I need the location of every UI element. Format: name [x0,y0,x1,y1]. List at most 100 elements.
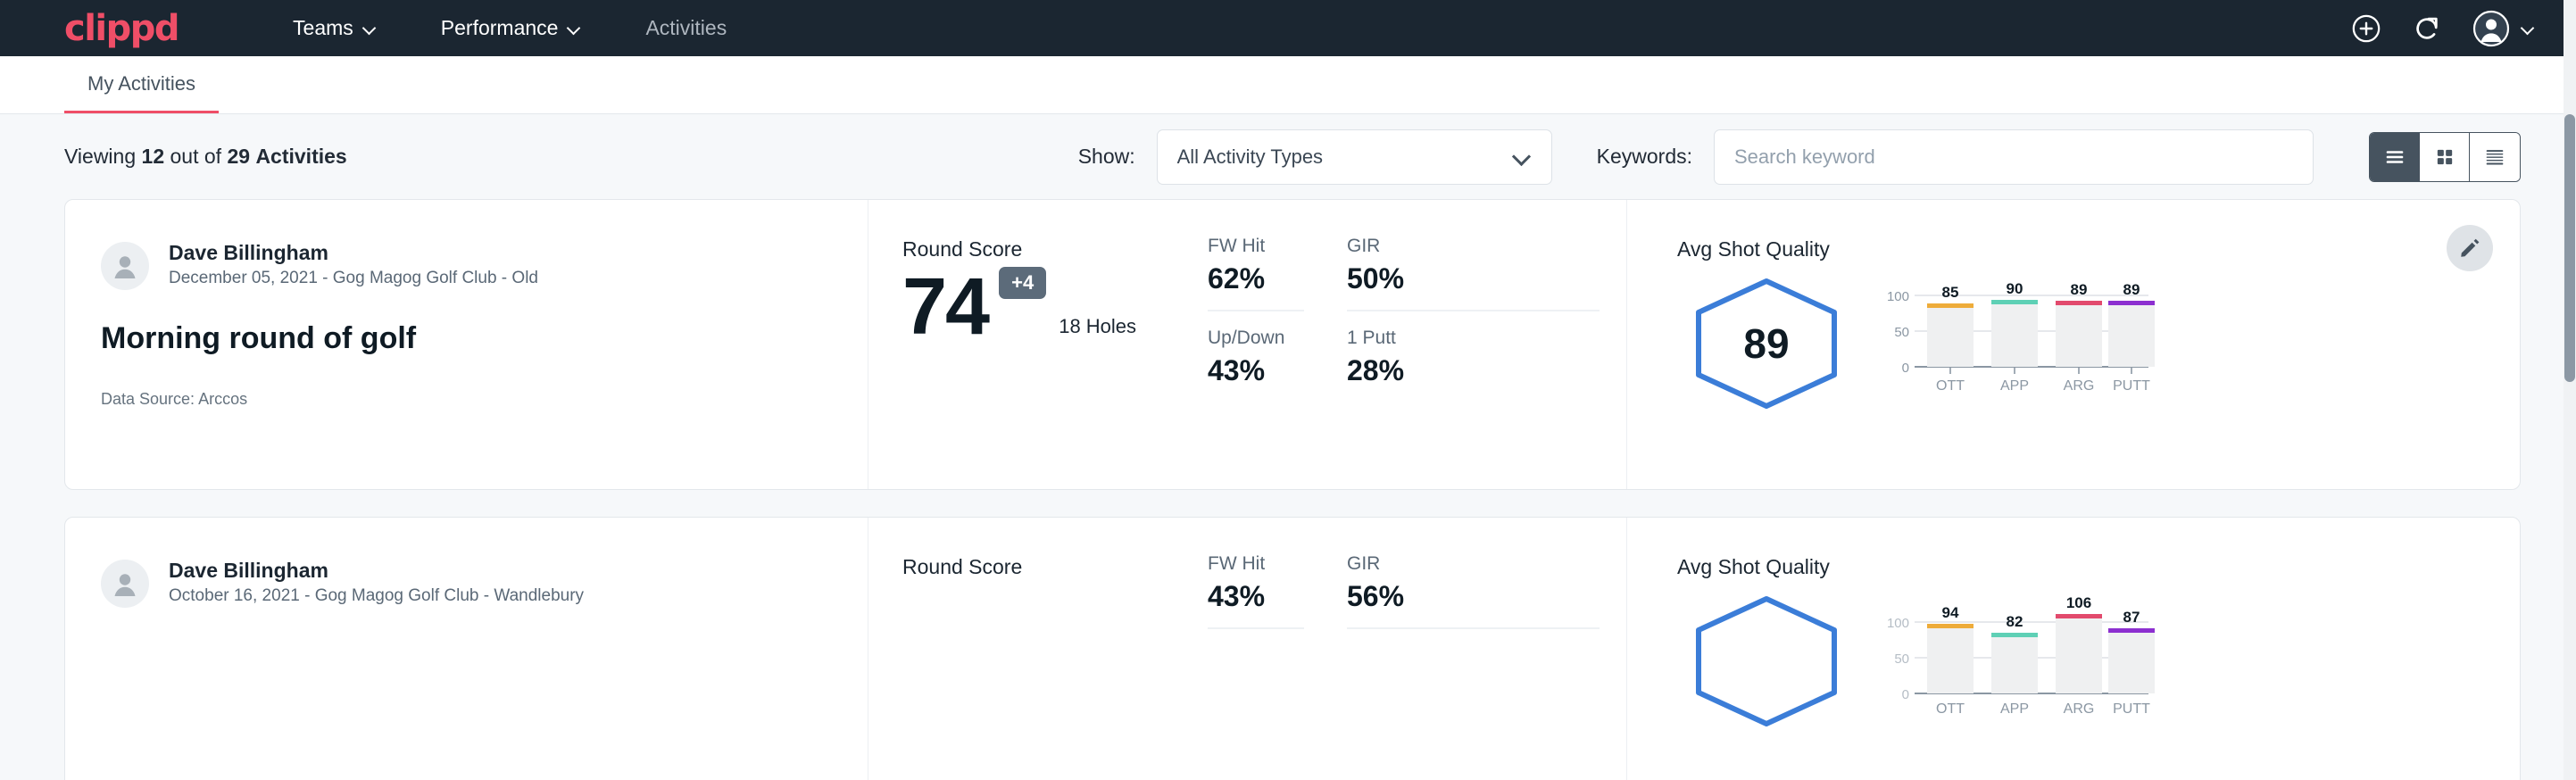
view-toggle-compact[interactable] [2470,133,2520,181]
nav-item-performance[interactable]: Performance [409,16,614,40]
avg-shot-quality-label: Avg Shot Quality [1677,237,2520,261]
activity-type-select[interactable]: All Activity Types [1157,129,1552,185]
nav-item-activities-label: Activities [645,16,727,40]
holes-played: 18 Holes [1059,315,1136,338]
stats-grid: FW Hit 62% GIR 50% Up/Down 43% 1 Putt 28… [1208,200,1627,489]
stat-gir-label: GIR [1347,553,1600,575]
tab-my-activities[interactable]: My Activities [64,56,219,113]
refresh-button[interactable] [2412,13,2442,44]
svg-text:OTT: OTT [1936,378,1965,394]
svg-text:87: 87 [2123,609,2140,626]
svg-text:ARG: ARG [2064,378,2095,394]
stat-up-down-value: 43% [1208,354,1304,387]
round-score-value-row: 74 +4 18 Holes [902,267,1208,347]
brand-logo[interactable]: clippd [64,11,179,46]
list-view-icon [2382,145,2407,170]
stat-gir: GIR 56% [1347,553,1600,629]
svg-text:PUTT: PUTT [2113,701,2150,717]
chevron-down-icon [2522,22,2535,35]
activity-meta: October 16, 2021 - Gog Magog Golf Club -… [169,584,584,610]
activity-info-column: Dave Billingham December 05, 2021 - Gog … [65,200,868,489]
chevron-down-icon [569,22,581,35]
round-score-column: Round Score [868,518,1208,780]
svg-text:100: 100 [1887,289,1909,304]
activity-card[interactable]: Dave Billingham December 05, 2021 - Gog … [64,199,2521,490]
pencil-icon [2458,236,2481,260]
account-avatar-icon [2472,10,2510,47]
quality-hexagon: 89 [1677,276,1856,411]
viewing-suffix: Activities [255,145,346,168]
avg-shot-quality-label: Avg Shot Quality [1677,555,2520,579]
stat-gir-label: GIR [1347,236,1600,257]
avg-shot-quality-column: Avg Shot Quality 89 100 [1627,200,2520,489]
stat-fw-hit-value: 62% [1208,262,1304,295]
svg-text:50: 50 [1894,325,1909,340]
svg-text:0: 0 [1902,361,1909,376]
show-label: Show: [1078,145,1135,169]
viewing-middle: out of [170,145,222,168]
stat-gir: GIR 50% [1347,236,1600,311]
filter-controls: Show: All Activity Types Keywords: [1078,129,2521,185]
chevron-down-icon [364,22,377,35]
score-to-par-badge: +4 [999,267,1046,299]
stat-1-putt-value: 28% [1347,354,1600,387]
svg-text:106: 106 [2066,594,2091,611]
tab-my-activities-label: My Activities [87,72,195,95]
svg-text:APP: APP [2000,701,2029,717]
plus-circle-icon [2351,13,2381,44]
stat-up-down: Up/Down 43% [1208,328,1304,402]
avg-shot-quality-column: Avg Shot Quality 100 50 0 [1627,518,2520,780]
activity-author: Dave Billingham October 16, 2021 - Gog M… [101,558,832,609]
main-nav-links: Teams Performance Activities [261,16,759,40]
stat-gir-value: 56% [1347,580,1600,613]
svg-text:PUTT: PUTT [2113,378,2150,394]
quality-hexagon [1677,593,1856,729]
stat-1-putt-label: 1 Putt [1347,328,1600,349]
scrollbar-thumb[interactable] [2564,114,2575,382]
activity-card[interactable]: Dave Billingham October 16, 2021 - Gog M… [64,517,2521,780]
edit-activity-button[interactable] [2447,225,2493,271]
avg-shot-quality-body: 100 50 0 94 82 106 8 [1677,586,2520,729]
nav-item-activities[interactable]: Activities [613,16,759,40]
avg-shot-quality-body: 89 100 50 0 85 [1677,269,2520,411]
stat-fw-hit-value: 43% [1208,580,1304,613]
activity-author-name: Dave Billingham [169,240,538,266]
round-score-column: Round Score 74 +4 18 Holes [868,200,1208,489]
round-score-label: Round Score [902,555,1208,579]
stat-fw-hit: FW Hit 43% [1208,553,1304,629]
viewing-prefix: Viewing [64,145,136,168]
viewing-total: 29 [227,145,250,168]
svg-text:0: 0 [1902,687,1909,702]
add-activity-button[interactable] [2351,13,2381,44]
svg-text:82: 82 [2007,613,2023,630]
svg-text:90: 90 [2007,280,2023,297]
view-toggle-grid[interactable] [2420,133,2470,181]
page-scrollbar[interactable] [2564,0,2576,780]
svg-text:APP: APP [2000,378,2029,394]
grid-view-icon [2432,145,2457,170]
stat-up-down-label: Up/Down [1208,328,1304,349]
viewing-count: 12 [142,145,165,168]
quality-hexagon-value [1677,593,1856,729]
svg-text:50: 50 [1894,651,1909,667]
stat-1-putt: 1 Putt 28% [1347,328,1600,402]
account-menu-button[interactable] [2472,10,2535,47]
activity-data-source: Data Source: Arccos [101,390,832,409]
shot-quality-bar-chart: 100 50 0 94 82 106 8 [1881,586,2166,717]
top-navigation-bar: clippd Teams Performance Activities [0,0,2576,56]
chevron-down-icon [1512,146,1531,165]
activity-info-column: Dave Billingham October 16, 2021 - Gog M… [65,518,868,780]
view-toggle-list[interactable] [2370,133,2420,181]
bar-chart-svg: 100 50 0 85 90 89 [1881,276,2166,399]
nav-item-teams[interactable]: Teams [261,16,409,40]
nav-item-performance-label: Performance [441,16,559,40]
refresh-icon [2412,13,2442,44]
shot-quality-bar-chart: 100 50 0 85 90 89 [1881,269,2166,399]
activity-author-text: Dave Billingham October 16, 2021 - Gog M… [169,558,584,609]
round-score-value: 74 [902,267,988,347]
activity-author-text: Dave Billingham December 05, 2021 - Gog … [169,240,538,291]
svg-text:ARG: ARG [2064,701,2095,717]
stats-grid: FW Hit 43% GIR 56% [1208,518,1627,780]
search-input[interactable] [1714,129,2314,185]
activity-meta: December 05, 2021 - Gog Magog Golf Club … [169,266,538,292]
